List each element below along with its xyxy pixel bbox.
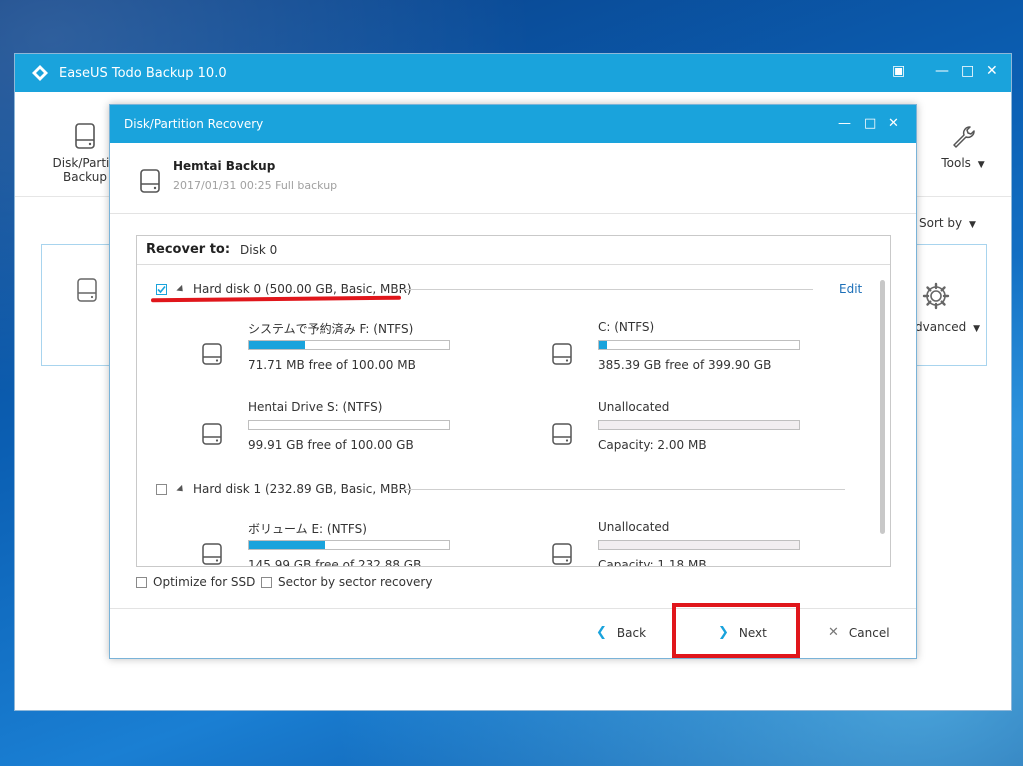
disk-partition-recovery-dialog: Disk/Partition Recovery — □ ✕ Hemtai Bac… [109,104,917,659]
expand-triangle-icon[interactable] [176,284,186,294]
optimize-ssd-label: Optimize for SSD [153,575,256,589]
sort-by-dropdown[interactable]: Sort by ▼ [919,216,976,230]
usage-bar [598,420,800,430]
usage-fill [249,541,325,549]
back-button[interactable]: ❮ Back [596,625,646,640]
backup-panel-left [41,244,111,366]
partition-drive-icon [202,543,222,565]
disk-0-divider [399,289,813,290]
back-label: Back [616,625,647,640]
partition-name: Unallocated [598,400,670,414]
disk-1-checkbox[interactable] [156,483,167,495]
backup-panel-right [915,244,987,366]
disk-0-label: Hard disk 0 (500.00 GB, Basic, MBR) [193,282,412,296]
cancel-button[interactable]: ✕ Cancel [828,625,890,640]
sort-by-label: Sort by [919,216,963,230]
sector-recovery-checkbox[interactable] [261,576,272,588]
backup-meta: 2017/01/31 00:25 Full backup [173,179,338,192]
advanced-label: dvanced [915,320,967,334]
disk-0-checkbox[interactable] [156,283,167,295]
dialog-title-bar: Disk/Partition Recovery — □ ✕ [110,105,916,143]
minimize-icon[interactable]: — [838,116,851,131]
usage-fill [599,341,607,349]
disk-1-divider [399,489,845,490]
restore-panel-icon[interactable]: ▣ [892,63,905,79]
backup-info: Hemtai Backup 2017/01/31 00:25 Full back… [110,143,916,214]
red-highlight-annotation [672,603,800,658]
maximize-icon[interactable]: □ [961,63,974,79]
partition-info: 99.91 GB free of 100.00 GB [248,438,414,452]
close-icon[interactable]: ✕ [986,63,998,79]
recover-target-panel: Recover to: Disk 0 Hard disk 0 (500.00 G… [136,235,891,567]
chevron-down-icon: ▼ [973,324,981,334]
optimize-ssd-checkbox[interactable] [136,576,147,588]
partition-name: システムで予約済み F: (NTFS) [248,322,414,336]
usage-bar [598,340,800,350]
drive-icon [140,169,160,193]
chevron-down-icon: ▼ [968,220,976,230]
disk-row-1[interactable]: Hard disk 1 (232.89 GB, Basic, MBR) [156,482,412,496]
advanced-dropdown[interactable]: dvanced ▼ [915,320,980,334]
backup-name: Hemtai Backup [173,159,276,173]
usage-bar [248,540,450,550]
option-sector-recovery[interactable]: Sector by sector recovery [261,575,432,589]
minimize-icon[interactable]: — [935,63,949,79]
partition-name: Unallocated [598,520,670,534]
wrench-icon [953,126,975,148]
drive-icon [75,123,95,149]
partition-name: Hentai Drive S: (NTFS) [248,400,383,414]
checkmark-icon [157,285,166,293]
partition-drive-icon [552,423,572,445]
partition-drive-icon [202,423,222,445]
close-icon[interactable]: ✕ [888,116,899,131]
usage-fill [249,341,305,349]
usage-bar [598,540,800,550]
partition-info: Capacity: 1.18 MB [598,558,707,567]
disk-1-label: Hard disk 1 (232.89 GB, Basic, MBR) [193,482,412,496]
recover-to-value: Disk 0 [240,243,278,257]
drive-icon [77,278,97,302]
recover-to-label: Recover to: [146,242,231,257]
cancel-label: Cancel [848,625,890,640]
chevron-left-icon: ❮ [596,625,607,640]
maximize-icon[interactable]: □ [864,116,876,131]
scrollbar[interactable] [880,280,885,534]
partition-info: 385.39 GB free of 399.90 GB [598,358,772,372]
option-optimize-ssd[interactable]: Optimize for SSD [136,575,255,589]
partition-info: 145.99 GB free of 232.88 GB [248,558,422,567]
partition-info: 71.71 MB free of 100.00 MB [248,358,416,372]
toolbar-tools[interactable]: Tools ▼ [933,124,993,170]
partition-drive-icon [552,343,572,365]
partition-name: C: (NTFS) [598,320,655,334]
close-icon: ✕ [828,625,839,640]
recover-to-header: Recover to: Disk 0 [137,236,890,265]
partition-name: ボリューム E: (NTFS) [248,522,367,536]
usage-bar [248,420,450,430]
expand-triangle-icon[interactable] [176,484,186,494]
red-underline-annotation [150,295,402,303]
partition-drive-icon [552,543,572,565]
usage-bar [248,340,450,350]
chevron-down-icon: ▼ [977,160,985,170]
easeus-logo-icon [29,62,51,84]
main-window-title: EaseUS Todo Backup 10.0 [59,65,227,81]
partition-info: Capacity: 2.00 MB [598,438,707,452]
tools-label: Tools [941,156,971,170]
edit-link[interactable]: Edit [839,282,862,296]
main-title-bar: EaseUS Todo Backup 10.0 ▣ — □ ✕ [15,54,1011,92]
disk-row-0[interactable]: Hard disk 0 (500.00 GB, Basic, MBR) [156,282,412,296]
gear-icon[interactable] [921,281,951,311]
partition-drive-icon [202,343,222,365]
dialog-title: Disk/Partition Recovery [124,117,264,131]
sector-recovery-label: Sector by sector recovery [278,575,433,589]
